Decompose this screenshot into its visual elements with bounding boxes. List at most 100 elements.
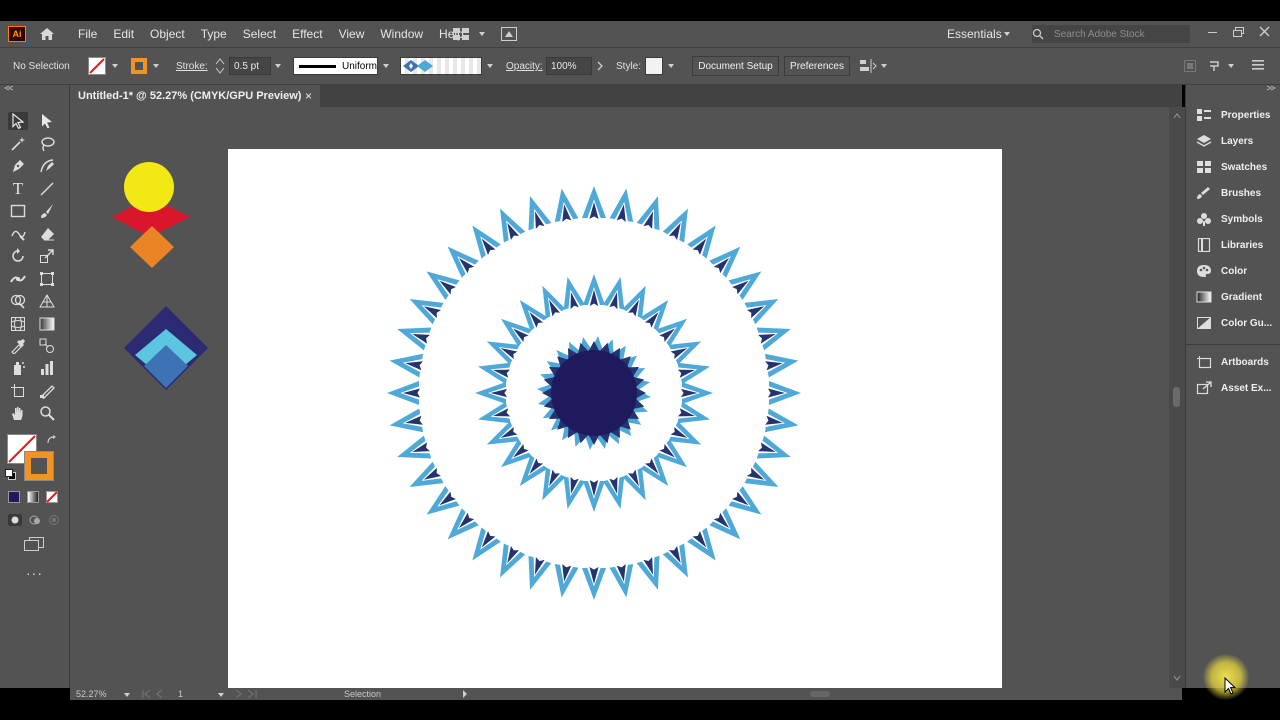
chevron-down-icon[interactable] xyxy=(479,32,485,36)
panel-gradient[interactable]: Gradient xyxy=(1196,287,1278,307)
chevron-right-icon[interactable] xyxy=(597,61,603,71)
chevron-down-icon[interactable] xyxy=(1228,64,1234,68)
chevron-down-icon[interactable] xyxy=(1004,32,1010,36)
chevron-down-icon[interactable] xyxy=(487,64,493,68)
panel-libraries[interactable]: Libraries xyxy=(1196,235,1278,255)
selection-tool-icon[interactable] xyxy=(8,112,28,130)
document-setup-button[interactable]: Document Setup xyxy=(692,56,779,76)
perspective-grid-tool-icon[interactable] xyxy=(37,292,57,310)
orange-diamond[interactable] xyxy=(130,226,174,268)
mandala-artwork[interactable] xyxy=(228,149,1002,688)
rotate-tool-icon[interactable] xyxy=(8,247,28,265)
scale-tool-icon[interactable] xyxy=(37,247,57,265)
scroll-down-icon[interactable] xyxy=(1173,675,1181,681)
variable-width-profile[interactable]: Uniform xyxy=(293,57,378,75)
mesh-tool-icon[interactable] xyxy=(8,315,28,333)
hand-tool-icon[interactable] xyxy=(8,404,28,422)
swap-fill-stroke-icon[interactable] xyxy=(46,434,58,446)
artboard-prev-icons[interactable] xyxy=(142,690,172,698)
panel-color[interactable]: Color xyxy=(1196,261,1278,281)
curvature-tool-icon[interactable] xyxy=(37,157,57,175)
screen-mode-icon[interactable] xyxy=(24,537,44,551)
line-segment-tool-icon[interactable] xyxy=(37,180,57,198)
fill-none-swatch[interactable] xyxy=(88,57,106,75)
opacity-label[interactable]: Opacity: xyxy=(506,61,543,72)
direct-selection-tool-icon[interactable] xyxy=(37,112,57,130)
menu-window[interactable]: Window xyxy=(372,27,431,41)
center-starburst[interactable] xyxy=(537,336,651,450)
menu-view[interactable]: View xyxy=(331,27,373,41)
panel-properties[interactable]: Properties xyxy=(1196,105,1278,125)
stock-search-box[interactable]: Search Adobe Stock xyxy=(1032,25,1190,43)
stroke-color-swatch[interactable] xyxy=(130,57,148,75)
lasso-tool-icon[interactable] xyxy=(37,135,57,153)
scroll-up-icon[interactable] xyxy=(1173,113,1181,119)
panel-asset-export[interactable]: Asset Ex... xyxy=(1196,378,1278,398)
menu-object[interactable]: Object xyxy=(142,27,193,41)
workspace-switcher[interactable]: Essentials xyxy=(947,27,1002,41)
stroke-label[interactable]: Stroke: xyxy=(176,61,208,72)
shape-builder-tool-icon[interactable] xyxy=(8,292,28,310)
gradient-mode-icon[interactable] xyxy=(27,491,39,503)
artboard[interactable] xyxy=(228,149,1002,688)
zoom-tool-icon[interactable] xyxy=(37,404,57,422)
chevron-down-icon[interactable] xyxy=(383,64,389,68)
pen-tool-icon[interactable] xyxy=(8,157,28,175)
slice-tool-icon[interactable] xyxy=(37,382,57,400)
symbol-sprayer-tool-icon[interactable] xyxy=(8,359,28,377)
chevron-down-icon[interactable] xyxy=(668,64,674,68)
panel-menu-icon[interactable] xyxy=(1252,60,1264,70)
shaper-tool-icon[interactable] xyxy=(8,225,28,243)
width-tool-icon[interactable] xyxy=(8,270,28,288)
align-options-icon[interactable] xyxy=(859,58,877,74)
eraser-tool-icon[interactable] xyxy=(37,225,57,243)
blend-tool-icon[interactable] xyxy=(37,337,57,355)
eyedropper-tool-icon[interactable] xyxy=(8,337,28,355)
chevron-down-icon[interactable] xyxy=(153,64,159,68)
artboard-number[interactable]: 1 xyxy=(178,689,183,699)
zoom-level[interactable]: 52.27% xyxy=(76,689,107,699)
stroke-stepper-icon[interactable] xyxy=(215,57,225,75)
chevron-down-icon[interactable] xyxy=(275,64,281,68)
menu-file[interactable]: File xyxy=(70,27,105,41)
transform-icon[interactable] xyxy=(1184,60,1196,72)
chevron-down-icon[interactable] xyxy=(218,693,224,697)
panel-brushes[interactable]: Brushes xyxy=(1196,183,1278,203)
minimize-icon[interactable] xyxy=(1208,32,1217,33)
menu-select[interactable]: Select xyxy=(235,27,284,41)
preferences-button[interactable]: Preferences xyxy=(784,56,850,76)
expand-panels-icon[interactable] xyxy=(1266,85,1276,91)
horizontal-scroll-thumb[interactable] xyxy=(810,691,830,697)
more-tools-icon[interactable]: ··· xyxy=(26,565,43,581)
close-window-icon[interactable] xyxy=(1259,26,1270,37)
graphic-style-swatch[interactable] xyxy=(645,57,663,75)
draw-inside-icon[interactable] xyxy=(47,514,61,526)
panel-color-guide[interactable]: Color Gu... xyxy=(1196,313,1278,333)
paintbrush-tool-icon[interactable] xyxy=(37,202,57,220)
stroke-color-box[interactable] xyxy=(24,451,54,481)
magic-wand-tool-icon[interactable] xyxy=(8,135,28,153)
type-tool-icon[interactable]: T xyxy=(8,179,28,198)
menu-effect[interactable]: Effect xyxy=(284,27,330,41)
collapse-panel-icon[interactable] xyxy=(4,85,14,91)
panel-artboards[interactable]: Artboards xyxy=(1196,352,1278,372)
artboard-next-icons[interactable] xyxy=(234,690,264,698)
restore-icon[interactable] xyxy=(1233,27,1244,37)
brush-definition[interactable] xyxy=(400,57,482,75)
scroll-thumb[interactable] xyxy=(1173,387,1180,407)
gpu-performance-icon[interactable] xyxy=(501,27,517,41)
column-graph-tool-icon[interactable] xyxy=(37,359,57,377)
menu-type[interactable]: Type xyxy=(193,27,235,41)
chevron-down-icon[interactable] xyxy=(124,693,130,697)
default-fill-stroke-icon[interactable] xyxy=(5,469,17,481)
draw-normal-icon[interactable] xyxy=(8,514,22,526)
arrange-documents-icon[interactable] xyxy=(453,28,469,40)
color-mode-icon[interactable] xyxy=(8,491,20,503)
rectangle-tool-icon[interactable] xyxy=(8,202,28,220)
draw-behind-icon[interactable] xyxy=(28,514,42,526)
free-transform-tool-icon[interactable] xyxy=(37,270,57,288)
status-menu-icon[interactable] xyxy=(462,690,468,698)
artboard-tool-icon[interactable] xyxy=(8,382,28,400)
isolate-icon[interactable] xyxy=(1208,59,1222,73)
pasteboard-shapes[interactable] xyxy=(108,160,218,400)
